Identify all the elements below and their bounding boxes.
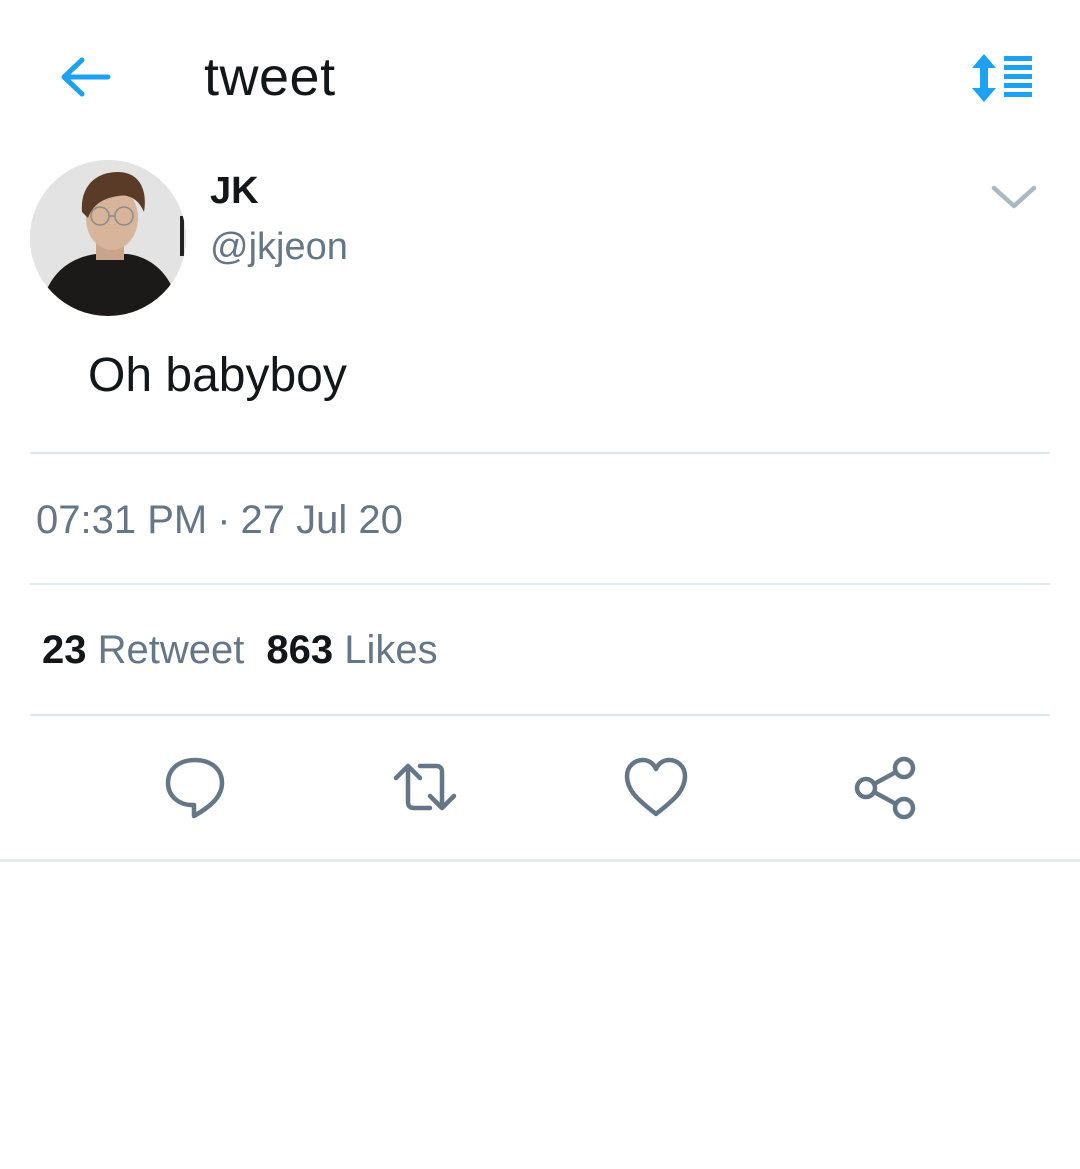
profile-photo [30,160,186,316]
sort-list-icon [972,54,1032,102]
divider [30,583,1050,585]
like-icon [624,757,688,817]
likes-count: 863 [266,628,334,672]
top-bar: tweet [0,0,1080,150]
divider [30,452,1050,454]
like-button[interactable] [621,752,691,822]
section-divider [0,859,1080,862]
retweets-stat[interactable]: 23 Retweet [42,628,244,672]
author-name[interactable]: JK [210,170,259,213]
divider [30,714,1050,716]
page-title: tweet [204,47,336,107]
back-button[interactable] [56,52,116,102]
tweet-date: 27 Jul 20 [240,498,403,542]
reply-icon [165,757,225,819]
reply-button[interactable] [160,752,230,822]
retweets-count: 23 [42,628,87,672]
tweet-detail-page: tweet JK @jkjeon Oh babyboy 07:31 PM · 2… [0,0,1080,1169]
avatar[interactable] [30,160,186,316]
chevron-down-icon [991,185,1037,209]
retweets-label: Retweet [97,628,245,672]
arrow-left-icon [61,57,111,97]
sort-button[interactable] [966,50,1038,106]
tweet-stats: 23 Retweet 863 Likes [42,628,438,673]
tweet-menu-button[interactable] [988,180,1040,214]
retweet-icon [393,763,457,811]
share-icon [854,756,916,820]
likes-stat[interactable]: 863 Likes [266,628,437,672]
share-button[interactable] [850,752,920,822]
author-handle[interactable]: @jkjeon [210,226,348,269]
tweet-time: 07:31 PM [36,498,208,542]
likes-label: Likes [344,628,438,672]
retweet-button[interactable] [390,752,460,822]
tweet-text: Oh babyboy [88,349,347,402]
tweet-timestamp: 07:31 PM · 27 Jul 20 [36,498,403,543]
timestamp-separator: · [217,498,231,542]
